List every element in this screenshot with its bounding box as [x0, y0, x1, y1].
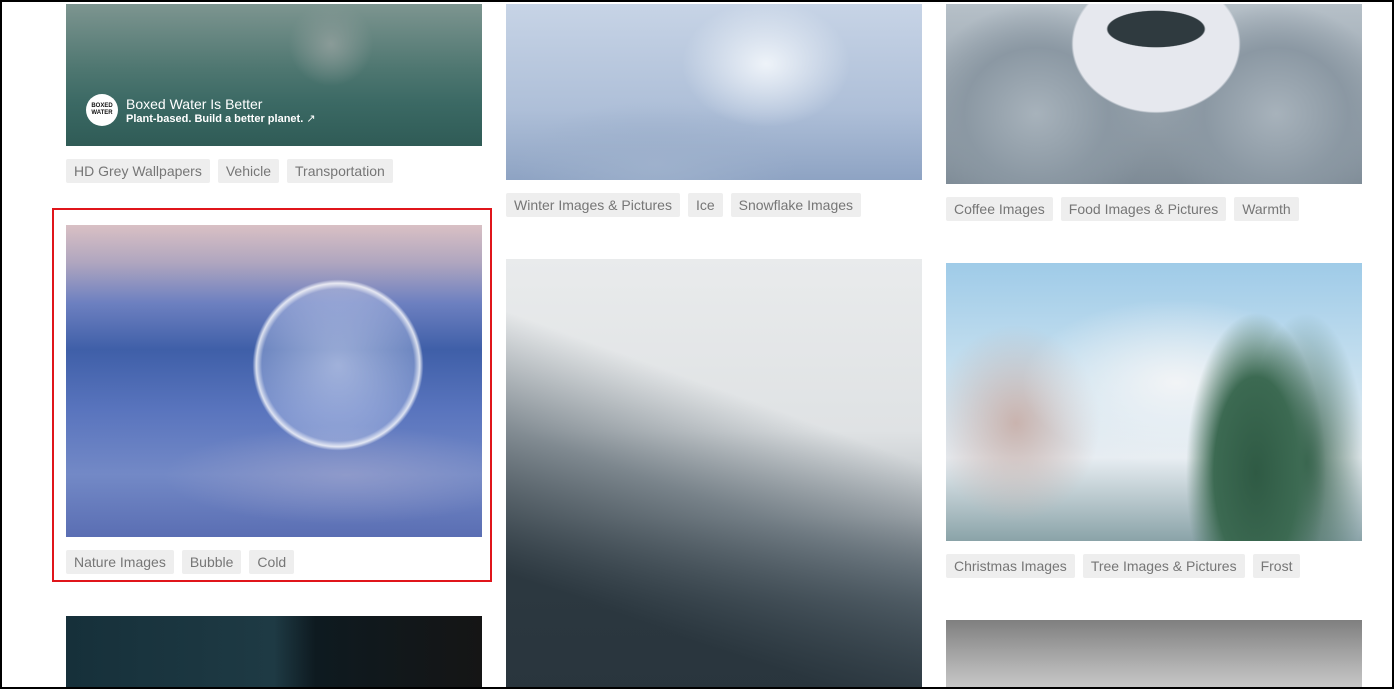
- sponsor-subtitle[interactable]: Plant-based. Build a better planet. ↗: [126, 112, 316, 125]
- tag[interactable]: Vehicle: [217, 159, 280, 183]
- tag[interactable]: Warmth: [1234, 197, 1299, 221]
- tag[interactable]: Winter Images & Pictures: [506, 193, 680, 217]
- photo-grey-landscape[interactable]: [946, 620, 1362, 689]
- tag-list-trees: Christmas Images Tree Images & Pictures …: [946, 554, 1301, 578]
- tag[interactable]: Nature Images: [66, 550, 174, 574]
- boxed-water-logo: BOXED WATER: [86, 94, 118, 126]
- tag[interactable]: Bubble: [181, 550, 242, 574]
- tag[interactable]: Cold: [249, 550, 295, 574]
- photo-snowflake-ice[interactable]: [506, 4, 922, 180]
- tag-list-bubble: Nature Images Bubble Cold: [66, 550, 295, 574]
- sponsor-overlay[interactable]: BOXED WATER Boxed Water Is Better Plant-b…: [86, 94, 316, 126]
- tag[interactable]: Frost: [1252, 554, 1301, 578]
- tag[interactable]: Tree Images & Pictures: [1082, 554, 1245, 578]
- sponsor-subtitle-text: Plant-based. Build a better planet.: [126, 112, 304, 125]
- photo-night-forest[interactable]: [66, 616, 482, 689]
- tag[interactable]: Coffee Images: [946, 197, 1053, 221]
- tag[interactable]: Christmas Images: [946, 554, 1075, 578]
- photo-snowy-trees[interactable]: [946, 263, 1362, 541]
- photo-frozen-bubble[interactable]: [66, 225, 482, 537]
- tag[interactable]: Ice: [687, 193, 723, 217]
- tag[interactable]: Transportation: [287, 159, 393, 183]
- sponsor-title: Boxed Water Is Better: [126, 95, 263, 112]
- photo-coffee-mittens[interactable]: [946, 4, 1362, 184]
- sponsor-text: Boxed Water Is Better Plant-based. Build…: [126, 96, 316, 125]
- tag[interactable]: Food Images & Pictures: [1060, 197, 1227, 221]
- external-link-icon: ↗: [306, 112, 316, 125]
- tag-list-coffee: Coffee Images Food Images & Pictures War…: [946, 197, 1299, 221]
- photo-misty-forest[interactable]: [506, 259, 922, 689]
- tag-list-canoe: HD Grey Wallpapers Vehicle Transportatio…: [66, 159, 393, 183]
- tag[interactable]: Snowflake Images: [730, 193, 862, 217]
- tag-list-snowflake: Winter Images & Pictures Ice Snowflake I…: [506, 193, 862, 217]
- tag[interactable]: HD Grey Wallpapers: [66, 159, 210, 183]
